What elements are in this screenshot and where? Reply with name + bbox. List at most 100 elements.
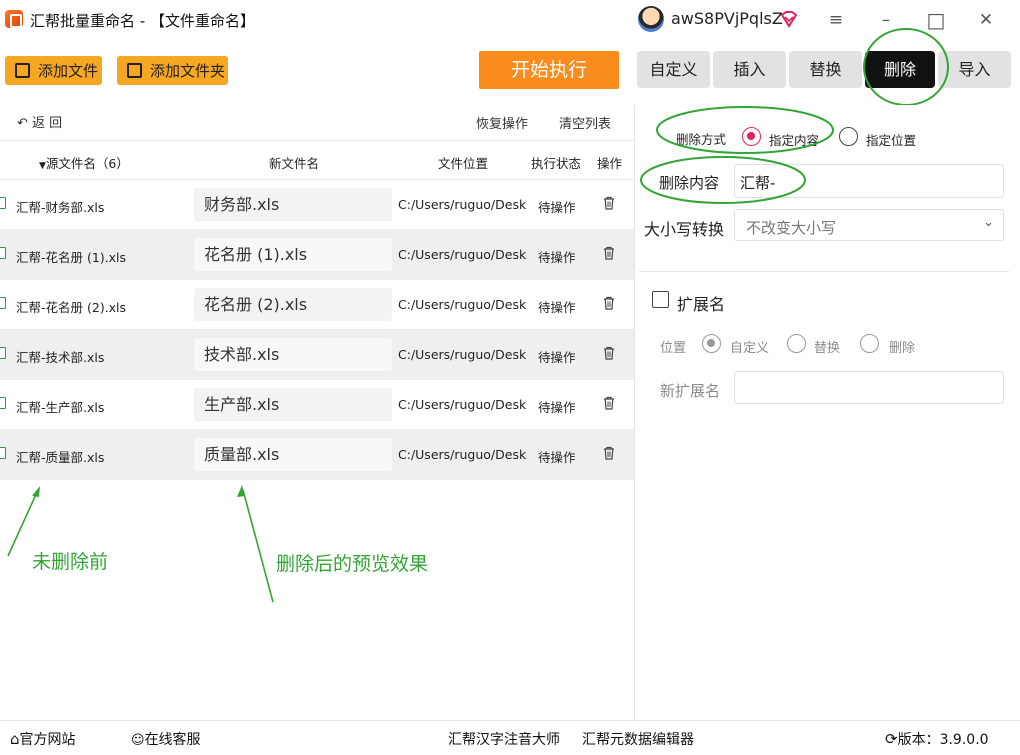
excel-file-icon	[0, 447, 6, 459]
clear-list-button[interactable]: 清空列表	[559, 113, 611, 132]
file-location: C:/Users/ruguo/Desktop	[398, 297, 526, 312]
source-filename: 汇帮-技术部.xls	[16, 350, 105, 365]
version-info[interactable]: ⟳版本：3.9.0.0	[885, 729, 989, 749]
folder-plus-icon	[127, 63, 142, 78]
source-filename: 汇帮-生产部.xls	[16, 400, 105, 415]
chevron-down-icon: ⌄	[983, 215, 994, 230]
status-text: 待操作	[538, 400, 576, 415]
table-row[interactable]: 汇帮-质量部.xls 质量部.xls C:/Users/ruguo/Desktop 待…	[0, 430, 634, 480]
column-new-name: 新文件名	[269, 156, 320, 171]
table-row[interactable]: 汇帮-花名册 (2).xls 花名册 (2).xls C:/Users/ruguo/…	[0, 280, 634, 330]
position-option-delete[interactable]: 删除	[889, 337, 915, 356]
case-select-value: 不改变大小写	[746, 219, 837, 237]
back-button[interactable]: ↶ 返 回	[17, 112, 62, 131]
annotation-before: 未删除前	[32, 551, 109, 573]
source-filename: 汇帮-财务部.xls	[16, 200, 105, 215]
extension-checkbox[interactable]	[652, 291, 669, 308]
case-select[interactable]: 不改变大小写 ⌄	[734, 209, 1004, 241]
source-filename: 汇帮-花名册 (1).xls	[16, 250, 127, 265]
file-location: C:/Users/ruguo/Desktop	[398, 397, 526, 412]
position-radio-replace[interactable]	[787, 334, 806, 353]
annotation-arrows	[7, 485, 274, 603]
file-location: C:/Users/ruguo/Desktop	[398, 347, 526, 362]
status-text: 待操作	[538, 250, 576, 265]
new-filename-field[interactable]: 花名册 (1).xls	[194, 238, 392, 271]
add-folder-label: 添加文件夹	[150, 62, 226, 80]
new-filename-field[interactable]: 生产部.xls	[194, 388, 392, 421]
source-filename: 汇帮-质量部.xls	[16, 450, 105, 465]
trash-icon[interactable]	[603, 446, 615, 460]
content-highlight-ellipse	[640, 156, 806, 204]
tab-insert[interactable]: 插入	[713, 51, 786, 88]
headset-icon: ☺	[131, 733, 145, 748]
close-icon[interactable]: ✕	[974, 8, 998, 32]
position-option-replace[interactable]: 替换	[814, 337, 840, 356]
excel-file-icon	[0, 197, 6, 209]
new-filename-field[interactable]: 花名册 (2).xls	[194, 288, 392, 321]
status-text: 待操作	[538, 300, 576, 315]
tab-custom[interactable]: 自定义	[637, 51, 710, 88]
new-extension-label: 新扩展名	[660, 382, 721, 400]
add-file-button[interactable]: 添加文件	[5, 56, 102, 85]
new-filename-field[interactable]: 技术部.xls	[194, 338, 392, 371]
metadata-tool-link[interactable]: 汇帮元数据编辑器	[582, 729, 694, 749]
file-location: C:/Users/ruguo/Desktop	[398, 247, 526, 262]
trash-icon[interactable]	[603, 246, 615, 260]
status-text: 待操作	[538, 200, 576, 215]
column-source[interactable]: ▼源文件名（6）	[39, 153, 129, 172]
new-extension-input[interactable]	[734, 371, 1004, 404]
new-filename-field[interactable]: 财务部.xls	[194, 188, 392, 221]
menu-icon[interactable]: ≡	[824, 8, 848, 32]
pinyin-tool-link[interactable]: 汇帮汉字注音大师	[448, 729, 560, 749]
add-file-label: 添加文件	[38, 62, 99, 80]
excel-file-icon	[0, 347, 6, 359]
table-row[interactable]: 汇帮-财务部.xls 财务部.xls C:/Users/ruguo/Desktop 待…	[0, 180, 634, 230]
position-radio-custom[interactable]	[702, 334, 721, 353]
position-option-custom[interactable]: 自定义	[730, 337, 769, 356]
mode-option-position[interactable]: 指定位置	[866, 130, 916, 149]
excel-file-icon	[0, 397, 6, 409]
sort-down-icon: ▼	[39, 161, 46, 171]
mode-highlight-ellipse	[656, 106, 834, 154]
new-filename-field[interactable]: 质量部.xls	[194, 438, 392, 471]
file-location: C:/Users/ruguo/Desktop	[398, 197, 526, 212]
refresh-icon: ⟳	[885, 730, 898, 748]
add-folder-button[interactable]: 添加文件夹	[117, 56, 228, 85]
mode-radio-position[interactable]	[839, 127, 858, 146]
table-row[interactable]: 汇帮-花名册 (1).xls 花名册 (1).xls C:/Users/ruguo/…	[0, 230, 634, 280]
file-location: C:/Users/ruguo/Desktop	[398, 447, 526, 462]
table-row[interactable]: 汇帮-技术部.xls 技术部.xls C:/Users/ruguo/Desktop 待…	[0, 330, 634, 380]
support-link[interactable]: ☺在线客服	[131, 729, 201, 749]
trash-icon[interactable]	[603, 296, 615, 310]
table-row[interactable]: 汇帮-生产部.xls 生产部.xls C:/Users/ruguo/Desktop 待…	[0, 380, 634, 430]
column-action: 操作	[597, 156, 623, 171]
excel-file-icon	[0, 247, 6, 259]
undo-arrow-icon: ↶	[17, 116, 33, 131]
start-button[interactable]: 开始执行	[479, 51, 619, 89]
extension-label: 扩展名	[677, 295, 726, 314]
trash-icon[interactable]	[603, 396, 615, 410]
annotation-after: 删除后的预览效果	[276, 553, 429, 575]
website-link[interactable]: ⌂官方网站	[10, 729, 76, 749]
home-icon: ⌂	[10, 730, 20, 748]
trash-icon[interactable]	[603, 346, 615, 360]
position-label: 位置	[660, 341, 687, 356]
position-radio-delete[interactable]	[860, 334, 879, 353]
window-title: 汇帮批量重命名 - 【文件重命名】	[30, 12, 255, 30]
divider	[639, 271, 1009, 272]
case-label: 大小写转换	[644, 220, 725, 239]
tab-highlight-circle	[863, 28, 949, 106]
column-status: 执行状态	[531, 156, 582, 171]
username[interactable]: awS8PVjPqlsZ	[671, 9, 783, 28]
vip-diamond-icon[interactable]	[779, 9, 799, 29]
file-icon	[15, 63, 30, 78]
undo-button[interactable]: 恢复操作	[476, 113, 528, 132]
column-location: 文件位置	[438, 156, 489, 171]
excel-file-icon	[0, 297, 6, 309]
user-avatar[interactable]	[638, 6, 664, 32]
trash-icon[interactable]	[603, 196, 615, 210]
tab-replace[interactable]: 替换	[789, 51, 862, 88]
app-logo-icon	[5, 10, 23, 28]
status-text: 待操作	[538, 450, 576, 465]
source-filename: 汇帮-花名册 (2).xls	[16, 300, 127, 315]
